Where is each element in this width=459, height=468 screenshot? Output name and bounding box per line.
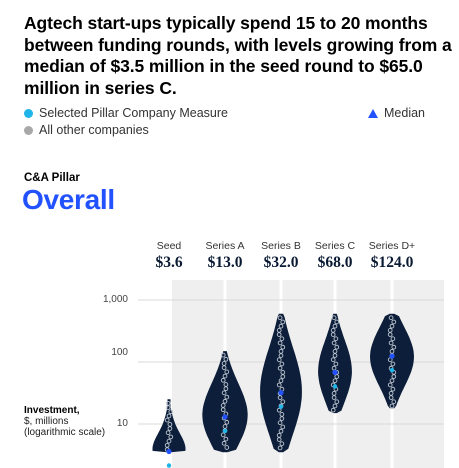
selected-point-2: [278, 404, 284, 409]
violin-plot: [138, 280, 444, 468]
median-point-0: [166, 448, 172, 455]
selected-point-1: [222, 428, 228, 434]
median-point-2: [278, 390, 284, 396]
median-point-1: [222, 414, 228, 420]
selected-point-4: [389, 368, 395, 373]
median-point-4: [389, 353, 395, 359]
selected-point-0: [166, 463, 172, 468]
median-point-3: [332, 369, 338, 375]
selected-point-3: [332, 384, 338, 389]
